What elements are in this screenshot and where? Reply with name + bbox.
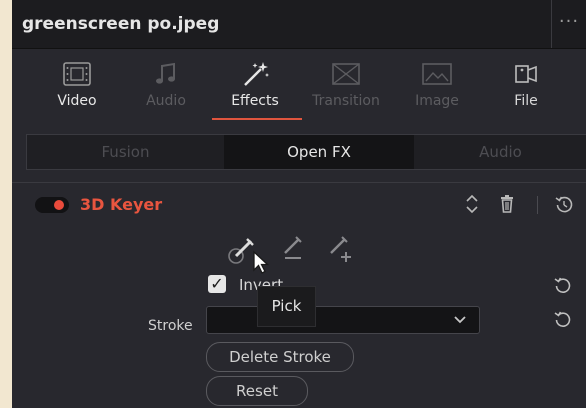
delete-stroke-button[interactable]: Delete Stroke: [206, 342, 354, 372]
eyedropper-add-icon[interactable]: [330, 236, 351, 262]
file-icon: [515, 65, 537, 83]
tab-file-label: File: [514, 93, 538, 109]
inspector-panel: greenscreen po.jpeg ··· Video Audio Effe…: [12, 0, 586, 408]
effect-enable-toggle[interactable]: [35, 197, 69, 213]
stroke-label: Stroke: [148, 318, 193, 334]
tab-video[interactable]: Video: [33, 59, 121, 121]
invert-checkbox[interactable]: ✓: [208, 275, 226, 293]
tab-effects-label: Effects: [231, 93, 279, 109]
effects-subtabs: Fusion Open FX Audio: [26, 134, 586, 170]
image-icon: [422, 63, 452, 85]
inspector-title-bar: greenscreen po.jpeg ···: [12, 0, 586, 49]
tab-file[interactable]: File: [482, 59, 570, 121]
tab-audio[interactable]: Audio: [122, 59, 210, 121]
magic-wand-icon: [244, 62, 269, 86]
tab-effects[interactable]: Effects: [211, 59, 299, 121]
toggle-knob: [54, 200, 64, 210]
active-tab-indicator: [212, 118, 302, 120]
stroke-dropdown[interactable]: [206, 306, 480, 334]
pick-tooltip: Pick: [257, 286, 316, 327]
inspector-tabs: Video Audio Effects Transition Image Fil…: [12, 49, 586, 123]
reset-icon[interactable]: [554, 192, 574, 216]
tab-transition-label: Transition: [312, 93, 380, 109]
eyedropper-pick-icon[interactable]: [228, 238, 254, 264]
divider: [12, 182, 586, 183]
mouse-cursor-icon: [253, 250, 270, 274]
chevron-down-icon: [454, 316, 466, 324]
eyedropper-subtract-icon[interactable]: [284, 236, 302, 259]
stroke-reset-icon[interactable]: [554, 310, 572, 328]
keyer-tools: [228, 236, 351, 264]
tab-image-label: Image: [415, 93, 459, 109]
effect-name: 3D Keyer: [80, 195, 163, 214]
more-options-icon[interactable]: ···: [551, 0, 586, 48]
trash-icon[interactable]: [499, 192, 515, 216]
tab-transition[interactable]: Transition: [302, 59, 390, 121]
tab-image[interactable]: Image: [393, 59, 481, 121]
transition-icon: [332, 63, 360, 85]
film-icon: [63, 62, 91, 86]
reset-button[interactable]: Reset: [206, 376, 308, 406]
music-note-icon: [156, 62, 175, 84]
tab-video-label: Video: [57, 93, 97, 109]
subtab-fusion[interactable]: Fusion: [27, 135, 224, 169]
header-separator: [537, 196, 538, 214]
tab-audio-label: Audio: [146, 93, 186, 109]
invert-reset-icon[interactable]: [554, 276, 572, 294]
clip-title: greenscreen po.jpeg: [22, 14, 220, 34]
subtab-audio[interactable]: Audio: [414, 135, 586, 169]
collapse-expand-icon[interactable]: [464, 192, 480, 216]
subtab-open-fx[interactable]: Open FX: [224, 135, 414, 169]
